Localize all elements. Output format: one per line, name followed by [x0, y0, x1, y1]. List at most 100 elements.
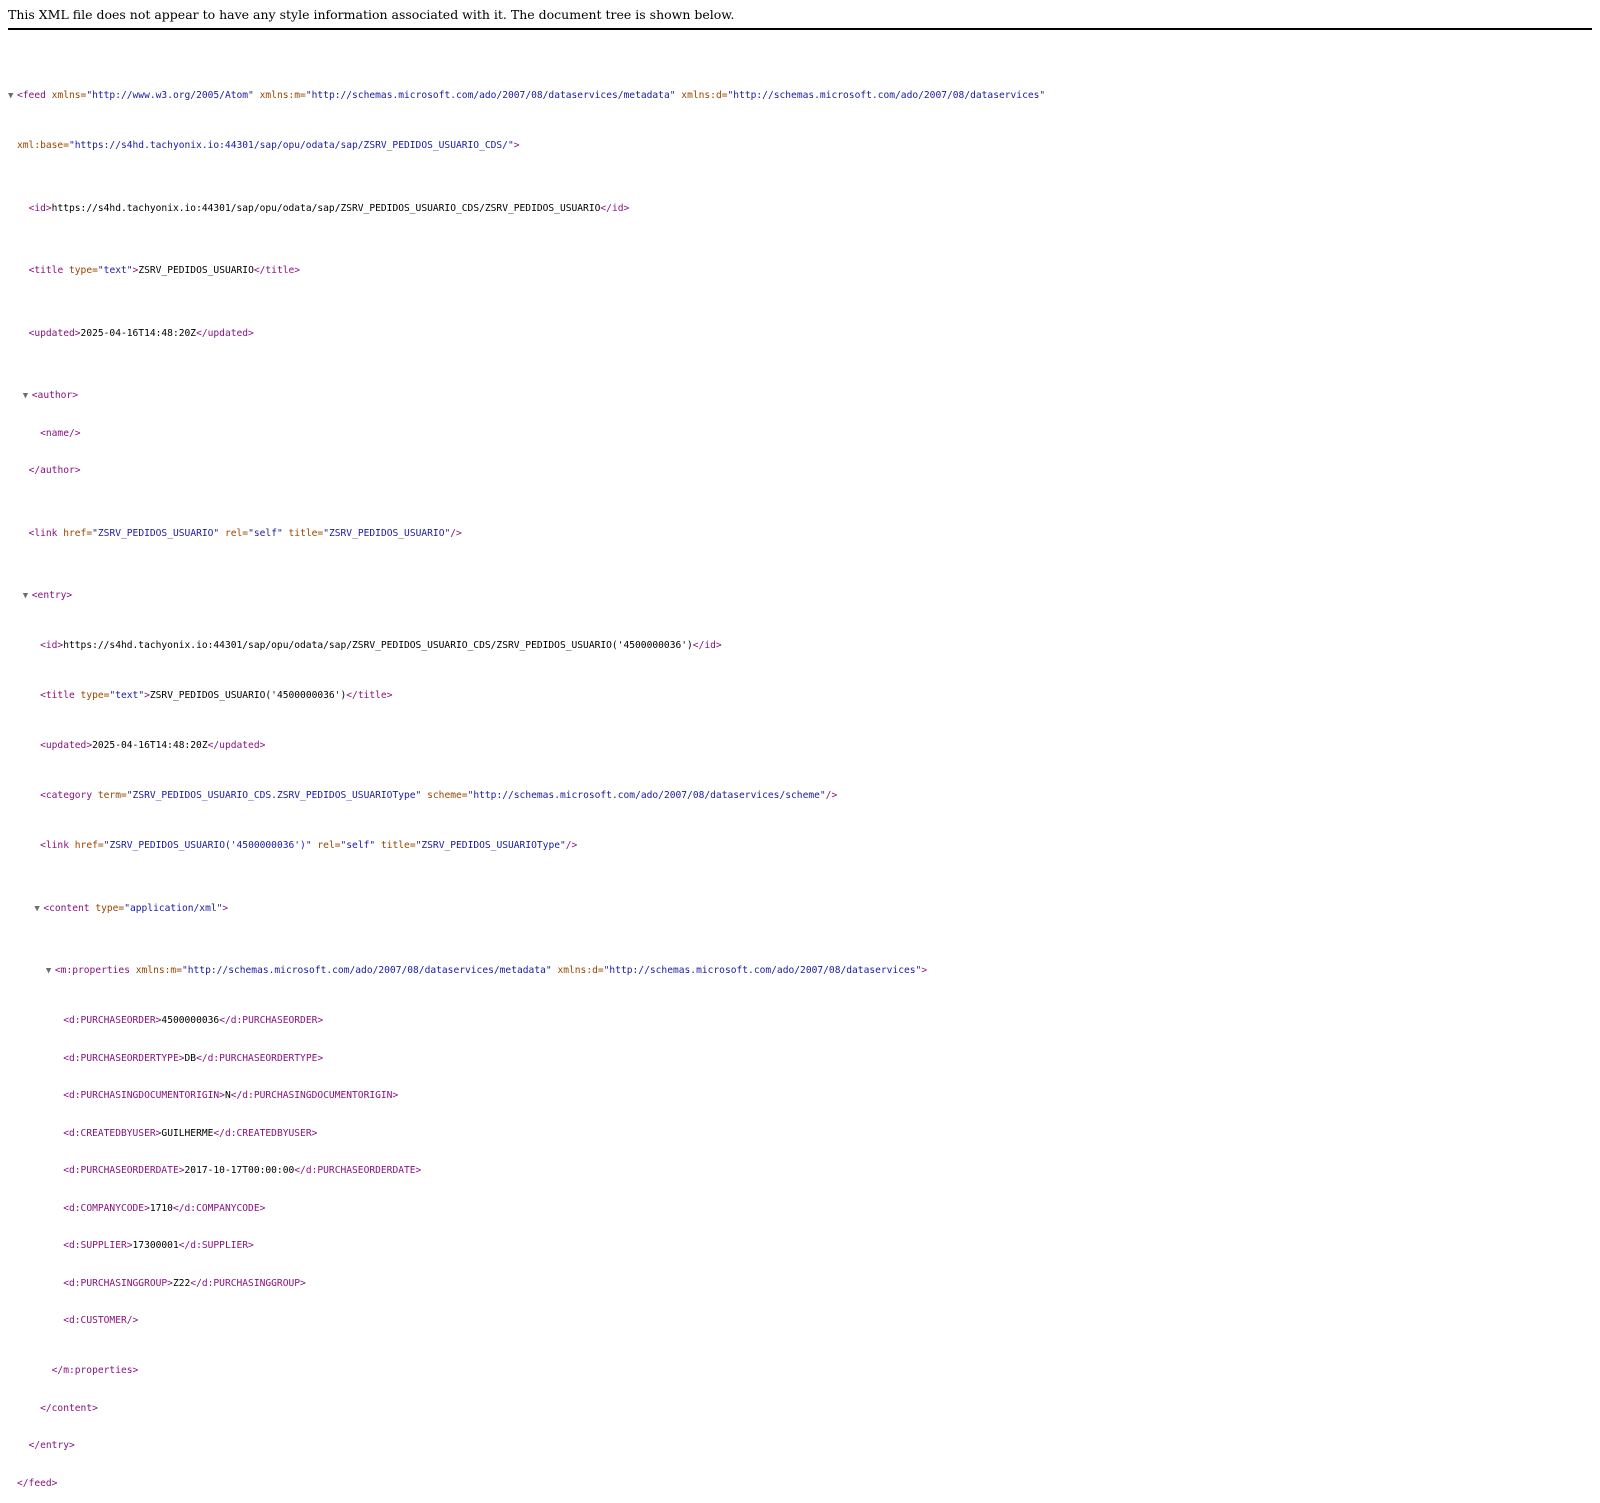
link-href-value: "ZSRV_PEDIDOS_USUARIO" — [92, 527, 220, 539]
entry-updated-close-tag: </updated> — [207, 740, 266, 751]
content-collapse-toggle-icon[interactable]: ▼ — [34, 903, 43, 916]
updated-line: <updated>2025-04-16T14:48:20Z</updated> — [8, 328, 1045, 341]
feed-xmlns-m-value: "http://schemas.microsoft.com/ado/2007/0… — [305, 90, 676, 101]
entry-close-line: </entry> — [8, 1440, 1045, 1453]
id-close-tag: </id> — [600, 202, 630, 214]
properties-close-tag: </m:properties> — [51, 1365, 139, 1376]
entry-title-close-tag: </title> — [346, 690, 393, 701]
properties-xmlns-m-attr: xmlns:m= — [135, 965, 182, 976]
author-collapse-toggle-icon[interactable]: ▼ — [23, 390, 32, 403]
feed-xmlns-value: "http://www.w3.org/2005/Atom" — [86, 90, 254, 101]
field-open-tag: <d:PURCHASINGDOCUMENTORIGIN> — [63, 1090, 225, 1101]
entry-close-tag: </entry> — [28, 1440, 75, 1451]
entry-category-end: /> — [825, 790, 838, 801]
field-close-tag: </d:COMPANYCODE> — [172, 1202, 266, 1214]
entry-category-scheme-attr: scheme= — [427, 790, 468, 801]
properties-collapse-toggle-icon[interactable]: ▼ — [46, 965, 55, 978]
entry-link-rel-attr: rel= — [317, 840, 341, 851]
content-open-gt: > — [222, 902, 229, 914]
author-name-tag: <name/> — [40, 427, 81, 439]
link-href-attr: href= — [63, 527, 93, 539]
entry-title-open-tag: <title — [40, 690, 75, 701]
field-open-tag: <d:PURCHASEORDERTYPE> — [63, 1052, 185, 1064]
customer-line: <d:CUSTOMER/> — [8, 1315, 1045, 1328]
field-line: <d:CREATEDBYUSER>GUILHERME</d:CREATEDBYU… — [8, 1128, 1045, 1141]
author-close-tag: </author> — [28, 465, 81, 476]
title-value: ZSRV_PEDIDOS_USUARIO — [138, 265, 254, 276]
link-open-tag: <link — [28, 527, 58, 539]
entry-updated-value: 2025-04-16T14:48:20Z — [92, 740, 208, 751]
feed-open-gt: > — [513, 140, 520, 151]
entry-category-open-tag: <category — [40, 790, 93, 801]
entry-title-value: ZSRV_PEDIDOS_USUARIO('4500000036') — [149, 690, 347, 701]
field-open-tag: <d:COMPANYCODE> — [63, 1202, 150, 1214]
feed-xmlns-m-attr: xmlns:m= — [259, 90, 306, 101]
entry-title-line: <title type="text">ZSRV_PEDIDOS_USUARIO(… — [8, 690, 1045, 703]
feed-xmlns-d-attr: xmlns:d= — [681, 90, 728, 101]
entry-collapse-toggle-icon[interactable]: ▼ — [23, 590, 32, 603]
feed-xmlbase-value: "https://s4hd.tachyonix.io:44301/sap/opu… — [68, 140, 514, 151]
entry-id-open-tag: <id> — [40, 640, 64, 651]
entry-id-line: <id>https://s4hd.tachyonix.io:44301/sap/… — [8, 640, 1045, 653]
entry-link-end: /> — [565, 840, 578, 851]
id-value: https://s4hd.tachyonix.io:44301/sap/opu/… — [51, 202, 601, 214]
content-close-tag: </content> — [40, 1402, 98, 1414]
feed-close-line: </feed> — [8, 1478, 1045, 1491]
feed-open-line-cont: xml:base="https://s4hd.tachyonix.io:4430… — [8, 140, 1045, 153]
feed-open-line: ▼ <feed xmlns="http://www.w3.org/2005/Ato… — [8, 90, 1045, 103]
field-value: 2017-10-17T00:00:00 — [184, 1165, 295, 1176]
customer-tag: <d:CUSTOMER/> — [63, 1315, 139, 1326]
field-close-tag: </d:PURCHASINGGROUP> — [190, 1277, 306, 1289]
field-close-tag: </d:PURCHASEORDERDATE> — [294, 1165, 422, 1176]
entry-title-type-value: "text" — [109, 690, 145, 701]
entry-link-rel-value: "self" — [340, 840, 376, 851]
field-close-tag: </d:PURCHASEORDER> — [219, 1015, 324, 1026]
id-open-tag: <id> — [28, 202, 52, 214]
properties-close-line: </m:properties> — [8, 1365, 1045, 1378]
title-type-attr: type= — [69, 265, 98, 276]
link-rel-attr: rel= — [224, 527, 249, 539]
field-line: <d:COMPANYCODE>1710</d:COMPANYCODE> — [8, 1203, 1045, 1216]
field-close-tag: </d:PURCHASEORDERTYPE> — [196, 1052, 324, 1064]
updated-close-tag: </updated> — [196, 327, 254, 339]
author-open-tag: <author> — [31, 390, 78, 401]
title-type-value: "text" — [97, 265, 133, 276]
author-open-line: ▼ <author> — [8, 390, 1045, 403]
field-open-tag: <d:PURCHASINGGROUP> — [63, 1277, 173, 1289]
field-line: <d:SUPPLIER>17300001</d:SUPPLIER> — [8, 1240, 1045, 1253]
entry-updated-open-tag: <updated> — [40, 740, 93, 751]
entry-link-title-attr: title= — [380, 840, 416, 851]
field-line: <d:PURCHASEORDER>4500000036</d:PURCHASEO… — [8, 1015, 1045, 1028]
entry-open-tag: <entry> — [31, 590, 73, 601]
updated-value: 2025-04-16T14:48:20Z — [80, 327, 197, 339]
entry-open-line: ▼ <entry> — [8, 590, 1045, 603]
updated-open-tag: <updated> — [28, 327, 81, 339]
properties-open-gt: > — [921, 965, 928, 976]
properties-xmlns-m-value: "http://schemas.microsoft.com/ado/2007/0… — [181, 965, 552, 976]
entry-category-line: <category term="ZSRV_PEDIDOS_USUARIO_CDS… — [8, 790, 1045, 803]
title-line: <title type="text">ZSRV_PEDIDOS_USUARIO<… — [8, 265, 1045, 278]
field-close-tag: </d:CREATEDBYUSER> — [213, 1127, 318, 1139]
field-line: <d:PURCHASEORDERDATE>2017-10-17T00:00:00… — [8, 1165, 1045, 1178]
entry-updated-line: <updated>2025-04-16T14:48:20Z</updated> — [8, 740, 1045, 753]
field-value: 4500000036 — [161, 1015, 220, 1026]
link-title-attr: title= — [288, 527, 324, 539]
field-open-tag: <d:PURCHASEORDERDATE> — [63, 1165, 185, 1176]
id-line: <id>https://s4hd.tachyonix.io:44301/sap/… — [8, 203, 1045, 216]
field-value: 17300001 — [132, 1240, 179, 1251]
author-name-line: <name/> — [8, 428, 1045, 441]
link-rel-value: "self" — [248, 527, 283, 539]
entry-id-close-tag: </id> — [692, 640, 722, 651]
feed-open-tag: <feed — [17, 90, 46, 101]
title-close-tag: </title> — [253, 265, 301, 276]
entry-link-href-value: "ZSRV_PEDIDOS_USUARIO('4500000036')" — [103, 840, 312, 851]
field-open-tag: <d:PURCHASEORDER> — [63, 1015, 162, 1026]
xml-no-style-notice: This XML file does not appear to have an… — [8, 7, 1592, 30]
entry-id-value: https://s4hd.tachyonix.io:44301/sap/opu/… — [63, 640, 693, 651]
link-end: /> — [450, 527, 462, 539]
field-value: Z22 — [172, 1277, 191, 1289]
content-type-value: "application/xml" — [124, 902, 223, 914]
properties-open-line: ▼ <m:properties xmlns:m="http://schemas.m… — [8, 965, 1045, 978]
feed-collapse-toggle-icon[interactable]: ▼ — [8, 90, 17, 103]
entry-category-scheme-value: "http://schemas.microsoft.com/ado/2007/0… — [467, 790, 826, 801]
